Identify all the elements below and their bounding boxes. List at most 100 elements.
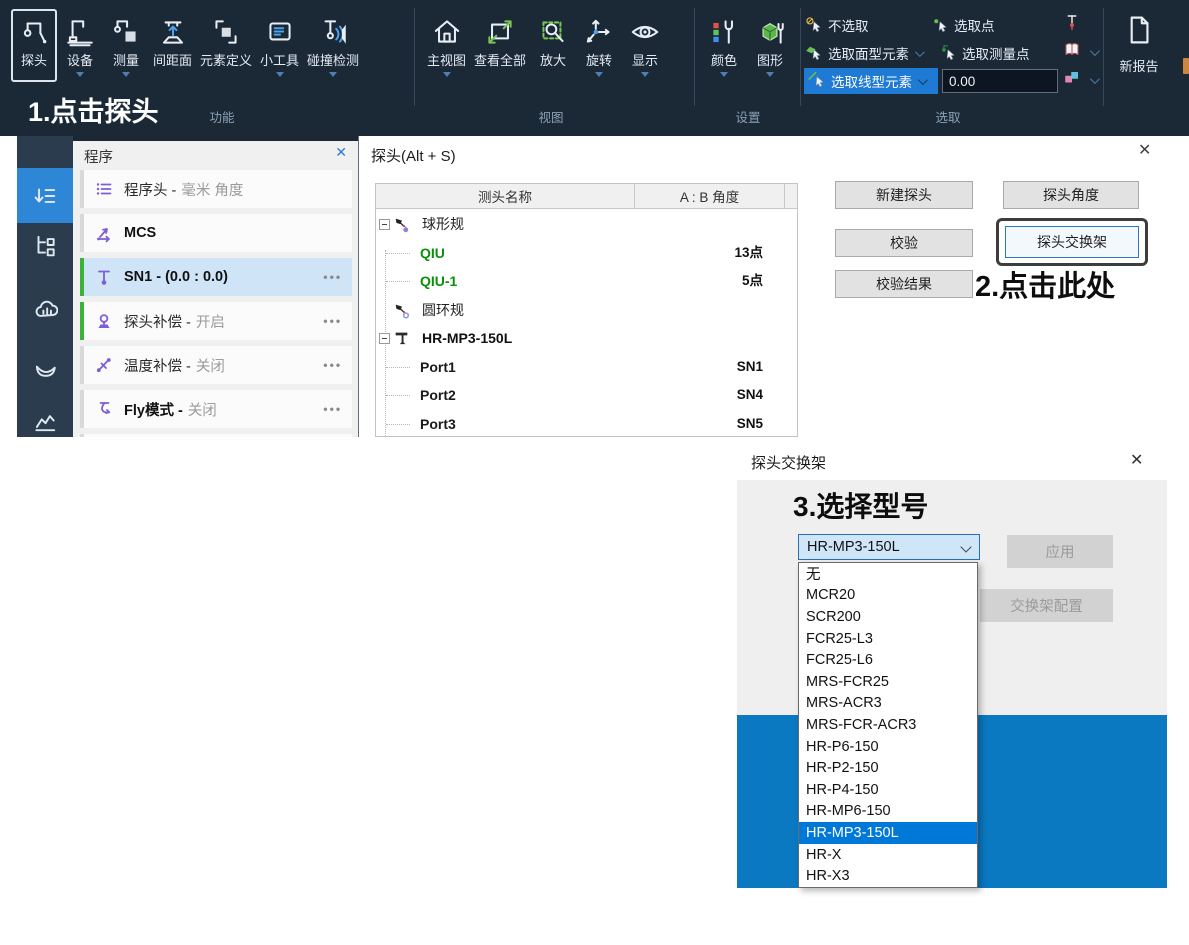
ribbon-item-主视图[interactable]: 主视图 bbox=[424, 10, 469, 81]
ribbon-item-显示[interactable]: 显示 bbox=[623, 10, 667, 81]
tree-row-Port2[interactable]: Port2SN4 bbox=[376, 381, 797, 410]
sidebar-nav-chart-icon[interactable] bbox=[32, 408, 58, 434]
chevron-down-icon[interactable] bbox=[720, 72, 728, 81]
select-mode-选取点[interactable]: 选取点 bbox=[930, 15, 995, 35]
probe-rack-button[interactable]: 探头交换架 bbox=[1005, 226, 1139, 258]
program-item[interactable]: 探头补偿 -开启●●● bbox=[80, 302, 352, 340]
program-item[interactable]: 程序头 -毫米 角度 bbox=[80, 170, 352, 208]
select-line-combobox[interactable]: 选取线型元素 bbox=[804, 68, 938, 94]
dropdown-option[interactable]: HR-P4-150 bbox=[799, 779, 977, 801]
dropdown-option[interactable]: HR-P2-150 bbox=[799, 757, 977, 779]
program-item[interactable] bbox=[80, 434, 352, 437]
select-mode-选取测量点[interactable]: 选取测量点 bbox=[938, 43, 1030, 63]
chevron-down-icon[interactable] bbox=[443, 72, 451, 81]
dialog-title: 探头交换架 bbox=[751, 452, 826, 473]
tree-row-QIU-1[interactable]: QIU-15点 bbox=[376, 267, 797, 296]
dropdown-option[interactable]: MCR20 bbox=[799, 585, 977, 607]
tree-row-球形规[interactable]: 球形规 bbox=[376, 210, 797, 239]
dropdown-option[interactable]: 无 bbox=[799, 563, 977, 585]
status-accent-bar bbox=[80, 302, 84, 340]
chevron-down-icon[interactable] bbox=[276, 72, 284, 81]
program-item[interactable]: Fly模式 -关闭●●● bbox=[80, 390, 352, 428]
sidebar-nav-cloud-icon[interactable] bbox=[32, 297, 58, 323]
chevron-down-icon[interactable] bbox=[329, 72, 337, 81]
new-report-button[interactable]: 新报告 bbox=[1108, 12, 1170, 75]
expander-icon[interactable] bbox=[379, 219, 390, 230]
dropdown-option[interactable]: MRS-FCR25 bbox=[799, 671, 977, 693]
close-icon[interactable]: ✕ bbox=[335, 144, 347, 161]
expander-icon[interactable] bbox=[379, 333, 390, 344]
sidebar-nav-surface-icon[interactable] bbox=[32, 352, 58, 378]
program-item-status: 关闭 bbox=[196, 355, 225, 376]
tree-row-圆环规[interactable]: 圆环规 bbox=[376, 296, 797, 325]
rack-model-combobox[interactable]: HR-MP3-150L bbox=[798, 534, 980, 560]
tree-row-Port1[interactable]: Port1SN1 bbox=[376, 353, 797, 382]
probe-angle-button[interactable]: 探头角度 bbox=[1003, 181, 1139, 209]
status-accent-bar bbox=[80, 346, 84, 384]
chevron-down-icon[interactable] bbox=[641, 72, 649, 81]
ribbon-separator bbox=[800, 8, 801, 106]
chevron-down-icon[interactable] bbox=[766, 72, 774, 81]
column-header-ab-angle[interactable]: A : B 角度 bbox=[635, 184, 785, 208]
chevron-down-icon[interactable] bbox=[76, 72, 84, 81]
tree-row-HR-MP3-150L[interactable]: HR-MP3-150L bbox=[376, 324, 797, 353]
column-header-probe-name[interactable]: 测头名称 bbox=[376, 184, 635, 208]
chevron-down-icon[interactable] bbox=[915, 47, 925, 57]
ribbon-item-颜色[interactable]: 颜色 bbox=[702, 10, 746, 81]
dropdown-option[interactable]: HR-MP6-150 bbox=[799, 801, 977, 823]
more-options-icon[interactable]: ●●● bbox=[323, 361, 342, 370]
dropdown-option[interactable]: HR-X3 bbox=[799, 865, 977, 887]
dropdown-option[interactable]: FCR25-L3 bbox=[799, 628, 977, 650]
program-item[interactable]: MCS bbox=[80, 214, 352, 252]
rack-config-button[interactable]: 交换架配置 bbox=[980, 589, 1113, 622]
ribbon-item-元素定义[interactable]: 元素定义 bbox=[197, 10, 255, 81]
chevron-down-icon[interactable] bbox=[595, 72, 603, 81]
more-options-icon[interactable]: ●●● bbox=[323, 273, 342, 282]
tree-row-QIU[interactable]: QIU13点 bbox=[376, 239, 797, 268]
more-options-icon[interactable]: ●●● bbox=[323, 317, 342, 326]
dropdown-option[interactable]: HR-P6-150 bbox=[799, 736, 977, 758]
more-options-icon[interactable]: ●●● bbox=[323, 405, 342, 414]
dropdown-option[interactable]: MRS-ACR3 bbox=[799, 693, 977, 715]
program-item-label: Fly模式 - bbox=[124, 399, 183, 420]
select-tool-row bbox=[1060, 10, 1097, 38]
ribbon-item-旋转[interactable]: 旋转 bbox=[577, 10, 621, 81]
calibrate-button[interactable]: 校验 bbox=[835, 229, 973, 257]
sidebar-nav-tree-icon[interactable] bbox=[32, 232, 58, 258]
program-item[interactable]: 温度补偿 -关闭●●● bbox=[80, 346, 352, 384]
ribbon-item-间距面[interactable]: 间距面 bbox=[150, 10, 195, 81]
ribbon-item-图形[interactable]: 图形 bbox=[748, 10, 792, 81]
calibrate-result-button[interactable]: 校验结果 bbox=[835, 270, 973, 298]
dropdown-option[interactable]: SCR200 bbox=[799, 606, 977, 628]
chevron-down-icon[interactable] bbox=[1090, 74, 1100, 84]
tree-row-Port3[interactable]: Port3SN5 bbox=[376, 410, 797, 438]
color-icon bbox=[707, 12, 741, 52]
cubes-icon[interactable] bbox=[1060, 66, 1084, 95]
tolerance-input[interactable]: 0.00 bbox=[942, 69, 1058, 93]
ribbon-separator bbox=[414, 8, 415, 106]
ribbon-item-小工具[interactable]: 小工具 bbox=[257, 10, 302, 81]
chevron-down-icon[interactable] bbox=[122, 72, 130, 81]
sidebar-nav-run-list-icon[interactable] bbox=[32, 183, 58, 209]
dropdown-option[interactable]: HR-MP3-150L bbox=[799, 822, 977, 844]
probe-red-icon[interactable] bbox=[1060, 10, 1084, 39]
dropdown-option[interactable]: MRS-FCR-ACR3 bbox=[799, 714, 977, 736]
ribbon-item-放大[interactable]: 放大 bbox=[531, 10, 575, 81]
select-mode-选取面型元素[interactable]: 选取面型元素 bbox=[804, 43, 922, 63]
new-probe-button[interactable]: 新建探头 bbox=[835, 181, 973, 209]
select-mode-不选取[interactable]: 不选取 bbox=[804, 15, 869, 35]
apply-button[interactable]: 应用 bbox=[1007, 535, 1113, 568]
ribbon-item-测量[interactable]: 测量 bbox=[104, 10, 148, 81]
ribbon-item-探头[interactable]: 探头 bbox=[12, 10, 56, 81]
chevron-down-icon bbox=[960, 541, 971, 552]
ribbon-item-查看全部[interactable]: 查看全部 bbox=[471, 10, 529, 81]
close-icon[interactable]: ✕ bbox=[1130, 450, 1143, 470]
ribbon-item-碰撞检测[interactable]: 碰撞检测 bbox=[304, 10, 362, 81]
book-icon[interactable] bbox=[1060, 38, 1084, 67]
dropdown-option[interactable]: FCR25-L6 bbox=[799, 649, 977, 671]
ribbon-item-设备[interactable]: 设备 bbox=[58, 10, 102, 81]
close-icon[interactable]: ✕ bbox=[1138, 140, 1151, 160]
chevron-down-icon[interactable] bbox=[1090, 46, 1100, 56]
program-item[interactable]: SN1 - (0.0 : 0.0)●●● bbox=[80, 258, 352, 296]
dropdown-option[interactable]: HR-X bbox=[799, 844, 977, 866]
